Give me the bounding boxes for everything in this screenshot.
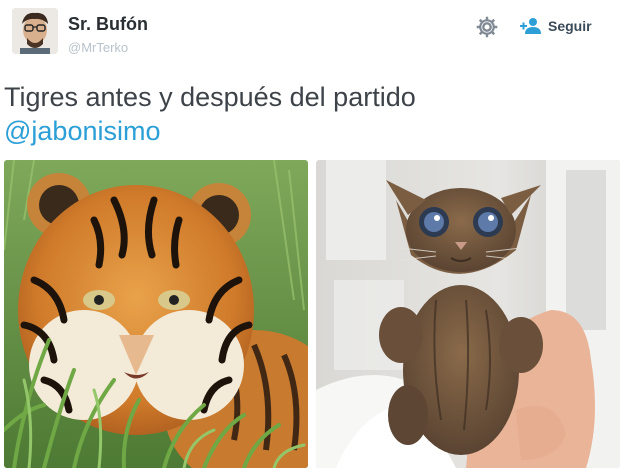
follow-person-icon: [520, 18, 541, 34]
tweet-photo-tiger[interactable]: [4, 160, 308, 468]
avatar[interactable]: [12, 8, 58, 54]
tweet-text: Tigres antes y después del partido @jabo…: [4, 80, 614, 148]
display-name[interactable]: Sr. Bufón: [68, 14, 148, 35]
tweet-photo-kitten[interactable]: [316, 160, 620, 468]
avatar-image: [12, 8, 58, 54]
mention-link[interactable]: @jabonisimo: [4, 114, 614, 148]
tweet-body: Tigres antes y después del partido: [4, 82, 416, 112]
follow-button[interactable]: Seguir: [520, 10, 620, 42]
user-handle[interactable]: @MrTerko: [68, 40, 128, 55]
follow-label: Seguir: [548, 18, 592, 34]
gear-icon[interactable]: [474, 14, 500, 40]
